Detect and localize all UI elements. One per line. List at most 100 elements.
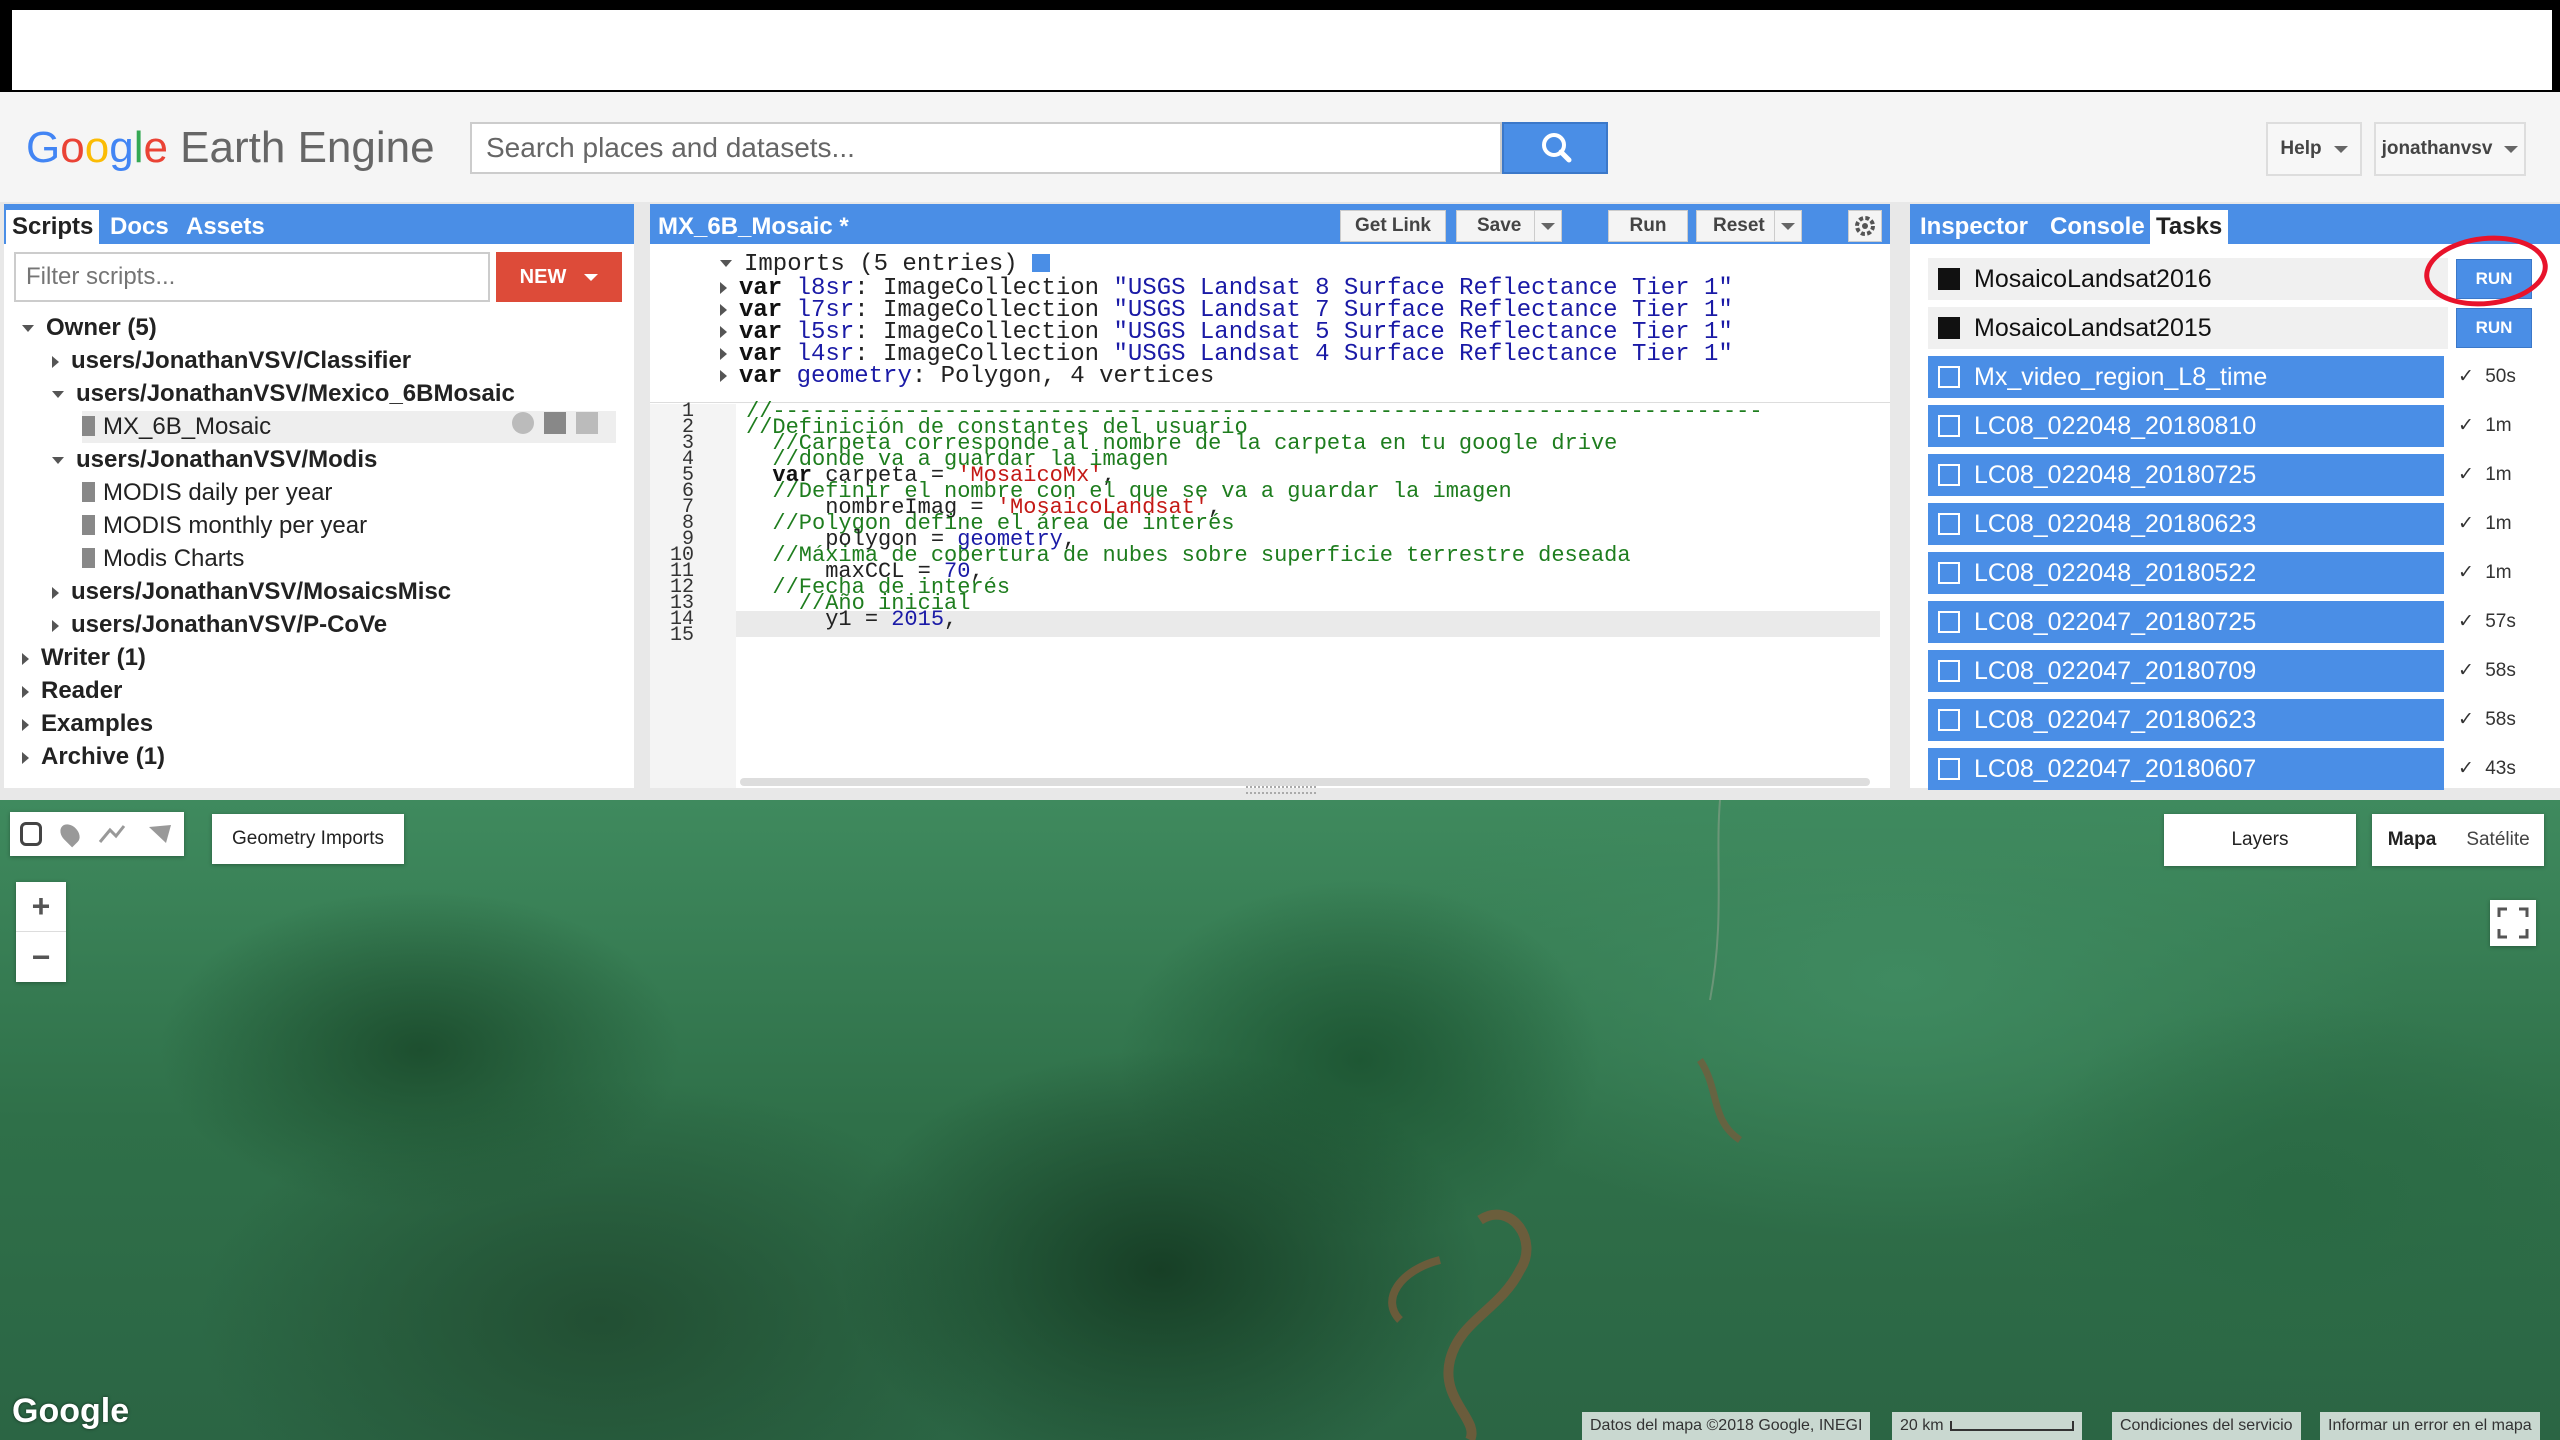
map-type-satelite[interactable]: Satélite (2452, 829, 2544, 851)
map-view[interactable]: Geometry Imports + − Layers Mapa Satélit… (0, 800, 2560, 1440)
folder-item[interactable]: Archive (1) (22, 741, 165, 773)
check-icon: ✓ (2458, 758, 2480, 779)
folder-item[interactable]: Reader (22, 675, 122, 707)
hand-icon[interactable] (20, 822, 42, 846)
tree-item-label: MODIS daily per year (103, 479, 333, 506)
folder-item[interactable]: users/JonathanVSV/Classifier (52, 345, 411, 377)
import-entry[interactable]: var geometry: Polygon, 4 vertices (720, 365, 1214, 389)
chevron-down-icon (2333, 145, 2348, 153)
image-icon (1938, 464, 1960, 486)
folder-item[interactable]: users/JonathanVSV/P-CoVe (52, 609, 387, 641)
scale-bar (1949, 1421, 2074, 1431)
report-error-link[interactable]: Informar un error en el mapa (2320, 1412, 2540, 1440)
pending-task: MosaicoLandsat2016 (1928, 258, 2448, 300)
completed-task[interactable]: Mx_video_region_L8_time (1928, 356, 2444, 398)
geometry-imports-button[interactable]: Geometry Imports (212, 814, 404, 864)
map-features (1388, 800, 1743, 1440)
search-input[interactable] (470, 122, 1502, 174)
settings-button[interactable] (1848, 210, 1882, 242)
script-item[interactable]: MODIS daily per year (82, 477, 332, 509)
task-duration: ✓ 57s (2458, 611, 2516, 632)
task-duration: ✓ 1m (2458, 415, 2512, 436)
edit-icon[interactable] (544, 412, 566, 434)
tab-inspector[interactable]: Inspector (1914, 210, 2034, 244)
gear-icon (1855, 216, 1875, 236)
run-button[interactable]: Run (1608, 210, 1688, 242)
script-title: MX_6B_Mosaic * (658, 213, 849, 240)
code-editor-panel: MX_6B_Mosaic * Imports (5 entries) var l… (650, 204, 1890, 788)
app-logo[interactable]: Google Earth Engine (26, 118, 435, 178)
script-item[interactable]: Modis Charts (82, 543, 244, 575)
folder-item[interactable]: users/JonathanVSV/Modis (52, 444, 377, 476)
completed-task[interactable]: LC08_022047_20180623 (1928, 699, 2444, 741)
map-type-mapa[interactable]: Mapa (2372, 829, 2452, 851)
code-line[interactable]: y1 = 2015, (746, 609, 957, 631)
tab-tasks[interactable]: Tasks (2150, 210, 2229, 244)
help-button[interactable]: Help (2266, 122, 2362, 176)
script-item[interactable]: MODIS monthly per year (82, 510, 367, 542)
editor-body: Imports (5 entries) var l8sr: ImageColle… (650, 244, 1890, 788)
tab-docs[interactable]: Docs (104, 210, 175, 244)
folder-item[interactable]: Writer (1) (22, 642, 146, 674)
completed-task[interactable]: LC08_022047_20180709 (1928, 650, 2444, 692)
panel-resize-handle[interactable] (1246, 786, 1316, 794)
tab-console[interactable]: Console (2044, 210, 2151, 244)
tree-item-label: Writer (1) (41, 644, 146, 671)
completed-task[interactable]: LC08_022048_20180725 (1928, 454, 2444, 496)
line-icon[interactable] (98, 822, 126, 846)
task-name: Mx_video_region_L8_time (1974, 363, 2268, 391)
new-script-button[interactable]: NEW (496, 252, 622, 302)
layers-button[interactable]: Layers (2164, 814, 2356, 866)
folder-item[interactable]: Owner (5) (22, 312, 157, 344)
zoom-out-button[interactable]: − (16, 932, 66, 982)
marker-icon[interactable] (56, 820, 84, 848)
tree-item-label: users/JonathanVSV/Mexico_6BMosaic (76, 380, 515, 407)
completed-task[interactable]: LC08_022048_20180522 (1928, 552, 2444, 594)
task-name: LC08_022048_20180725 (1974, 461, 2257, 489)
tab-assets[interactable]: Assets (180, 210, 271, 244)
imports-text-icon[interactable] (1032, 254, 1051, 272)
horizontal-scrollbar[interactable] (740, 778, 1870, 786)
expand-icon (52, 586, 59, 599)
check-icon: ✓ (2458, 562, 2480, 583)
tree-item-label: MX_6B_Mosaic (103, 413, 272, 440)
left-tab-bar: Scripts Docs Assets (4, 204, 634, 244)
reset-menu-button[interactable] (1774, 210, 1802, 242)
zoom-in-button[interactable]: + (16, 882, 66, 932)
delete-icon[interactable] (576, 412, 598, 434)
collapse-icon (52, 457, 64, 465)
right-tab-bar: Inspector Console Tasks (1910, 204, 2560, 244)
folder-item[interactable]: users/JonathanVSV/MosaicsMisc (52, 576, 451, 608)
tree-item-label: users/JonathanVSV/Classifier (71, 347, 412, 374)
history-icon[interactable] (512, 412, 534, 434)
map-type-control: Mapa Satélite (2372, 814, 2544, 866)
get-link-button[interactable]: Get Link (1340, 210, 1446, 242)
completed-task[interactable]: LC08_022048_20180623 (1928, 503, 2444, 545)
terms-link[interactable]: Condiciones del servicio (2112, 1412, 2301, 1440)
folder-item[interactable]: Examples (22, 708, 153, 740)
completed-task[interactable]: LC08_022047_20180607 (1928, 748, 2444, 790)
folder-item[interactable]: users/JonathanVSV/Mexico_6BMosaic (52, 378, 515, 410)
filter-scripts-input[interactable] (14, 252, 490, 302)
expand-icon (22, 685, 29, 698)
check-icon: ✓ (2458, 464, 2480, 485)
completed-task[interactable]: LC08_022048_20180810 (1928, 405, 2444, 447)
task-run-button[interactable]: RUN (2456, 308, 2532, 348)
new-label: NEW (519, 265, 567, 288)
polygon-icon[interactable] (146, 822, 174, 846)
task-name: LC08_022047_20180725 (1974, 608, 2257, 636)
task-name: LC08_022047_20180709 (1974, 657, 2257, 685)
task-duration: ✓ 58s (2458, 709, 2516, 730)
image-icon (1938, 415, 1960, 437)
fullscreen-button[interactable] (2490, 900, 2536, 946)
completed-task[interactable]: LC08_022047_20180725 (1928, 601, 2444, 643)
chevron-down-icon (1541, 222, 1555, 230)
image-icon (1938, 317, 1960, 339)
user-menu-button[interactable]: jonathanvsv (2374, 122, 2526, 176)
save-menu-button[interactable] (1534, 210, 1562, 242)
image-icon (1938, 660, 1960, 682)
tab-scripts[interactable]: Scripts (6, 210, 100, 244)
search-button[interactable] (1502, 122, 1608, 174)
script-row-actions (512, 412, 598, 434)
task-duration: ✓ 1m (2458, 562, 2512, 583)
